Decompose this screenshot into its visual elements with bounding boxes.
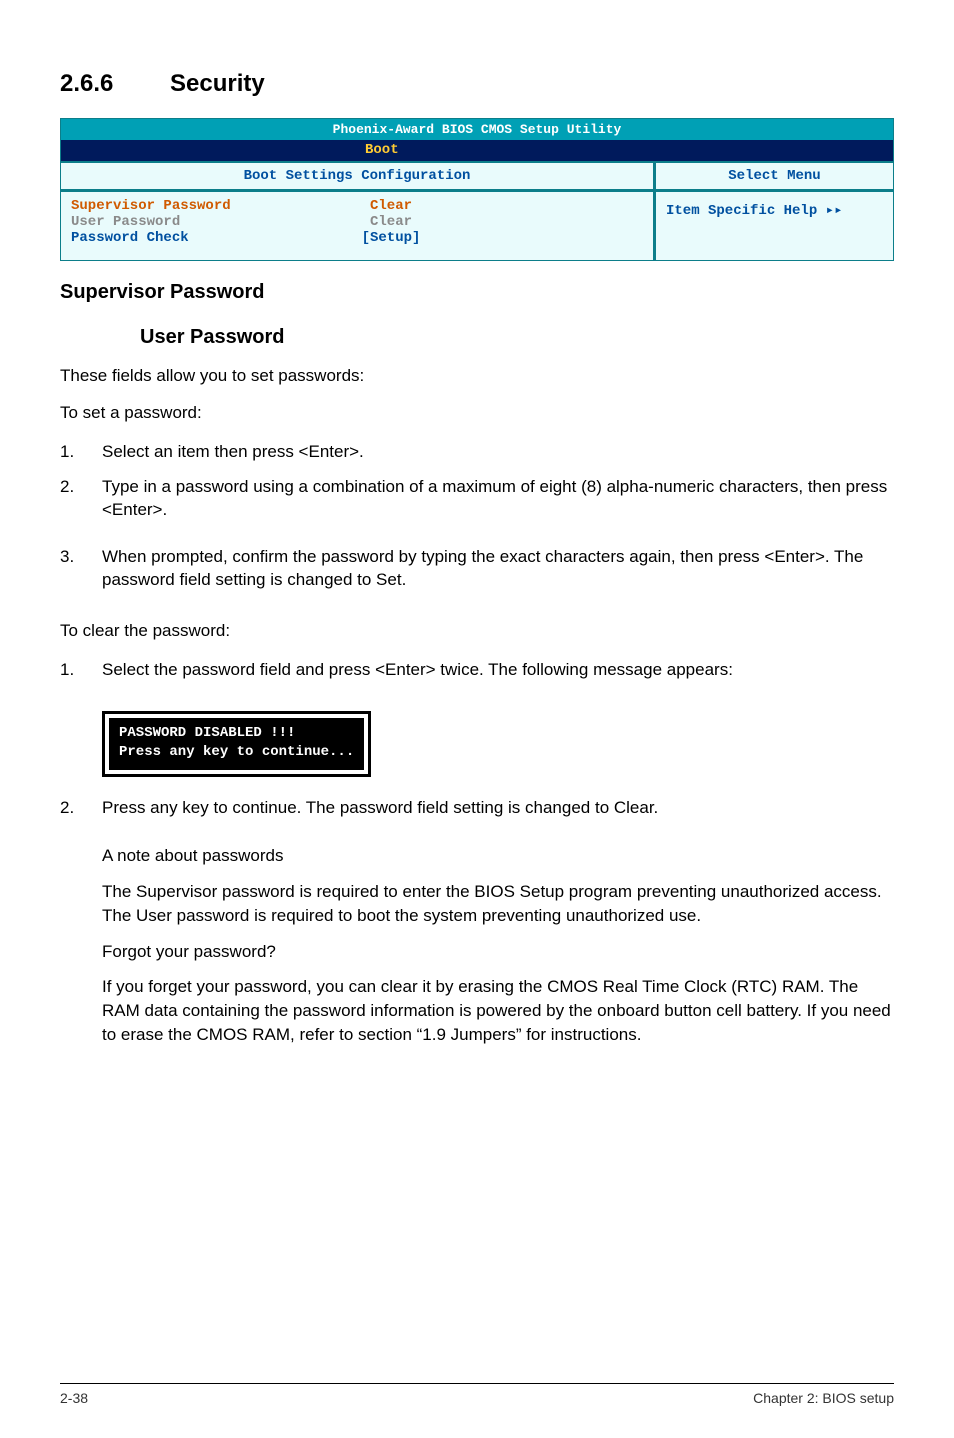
list-text: Press any key to continue. The password … — [102, 797, 894, 820]
clear-password-steps: 1. Select the password field and press <… — [60, 659, 894, 682]
list-number: 3. — [60, 546, 102, 592]
note-body: The Supervisor password is required to e… — [102, 880, 894, 928]
bios-row-value: [Setup] — [331, 230, 451, 246]
supervisor-password-heading: Supervisor Password — [60, 279, 894, 306]
list-number: 2. — [60, 476, 102, 522]
bios-row-label: Supervisor Password — [71, 198, 331, 214]
bios-row-label: Password Check — [71, 230, 331, 246]
section-number: 2.6.6 — [60, 70, 170, 98]
intro-text-1: These fields allow you to set passwords: — [60, 365, 894, 388]
bios-tab-row: Boot — [61, 140, 893, 161]
bios-help-label: Item Specific Help — [666, 203, 826, 219]
list-item: 2. Type in a password using a combinatio… — [60, 476, 894, 522]
bios-help-text: Item Specific Help ▸▸ — [656, 192, 893, 229]
bios-row-user: User Password Clear — [71, 214, 643, 230]
clear-intro: To clear the password: — [60, 620, 894, 643]
bios-row-label: User Password — [71, 214, 331, 230]
note-heading: A note about passwords — [102, 844, 894, 868]
bios-settings-list: Supervisor Password Clear User Password … — [61, 192, 653, 260]
list-number: 1. — [60, 659, 102, 682]
list-item: 1. Select an item then press <Enter>. — [60, 441, 894, 464]
bios-row-supervisor: Supervisor Password Clear — [71, 198, 643, 214]
forgot-heading: Forgot your password? — [102, 940, 894, 964]
password-disabled-message: PASSWORD DISABLED !!! Press any key to c… — [109, 718, 364, 770]
list-text: Select the password field and press <Ent… — [102, 659, 894, 682]
message-box-wrapper: PASSWORD DISABLED !!! Press any key to c… — [102, 711, 894, 777]
intro-text-2: To set a password: — [60, 402, 894, 425]
list-number: 2. — [60, 797, 102, 820]
section-title-text: Security — [170, 70, 265, 97]
set-password-steps: 1. Select an item then press <Enter>. 2.… — [60, 441, 894, 592]
bios-row-value: Clear — [331, 214, 451, 230]
list-item: 2. Press any key to continue. The passwo… — [60, 797, 894, 820]
list-item: 3. When prompted, confirm the password b… — [60, 546, 894, 592]
list-item: 1. Select the password field and press <… — [60, 659, 894, 682]
double-right-arrow-icon: ▸▸ — [826, 203, 843, 219]
section-heading: 2.6.6Security — [60, 70, 894, 98]
bios-right-header: Select Menu — [656, 163, 893, 192]
clear-step-2: 2. Press any key to continue. The passwo… — [60, 797, 894, 820]
bios-left-header: Boot Settings Configuration — [61, 163, 653, 192]
chapter-label: Chapter 2: BIOS setup — [753, 1390, 894, 1406]
bios-row-value: Clear — [331, 198, 451, 214]
bios-tab-boot: Boot — [351, 140, 413, 161]
list-number: 1. — [60, 441, 102, 464]
list-text: Type in a password using a combination o… — [102, 476, 894, 522]
bios-row-password-check: Password Check [Setup] — [71, 230, 643, 246]
page-footer: 2-38 Chapter 2: BIOS setup — [60, 1383, 894, 1406]
list-text: When prompted, confirm the password by t… — [102, 546, 894, 592]
user-password-heading: User Password — [60, 324, 894, 351]
forgot-body: If you forget your password, you can cle… — [102, 975, 894, 1046]
note-block: A note about passwords The Supervisor pa… — [60, 844, 894, 1047]
list-text: Select an item then press <Enter>. — [102, 441, 894, 464]
bios-titlebar: Phoenix-Award BIOS CMOS Setup Utility — [61, 119, 893, 140]
password-disabled-box: PASSWORD DISABLED !!! Press any key to c… — [102, 711, 371, 777]
page-number: 2-38 — [60, 1390, 88, 1406]
bios-screenshot: Phoenix-Award BIOS CMOS Setup Utility Bo… — [60, 118, 894, 261]
